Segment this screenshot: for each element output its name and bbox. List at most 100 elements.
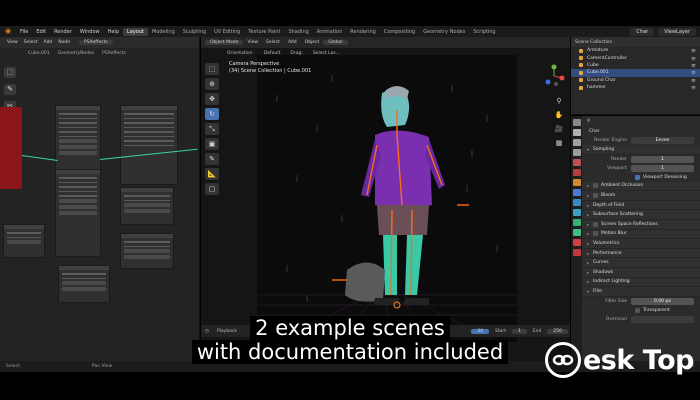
- transparent-checkbox[interactable]: Transparent: [583, 306, 700, 315]
- visibility-eye-icon[interactable]: 👁: [691, 48, 696, 53]
- documentation-frame-node[interactable]: [55, 169, 101, 257]
- menu-edit[interactable]: Edit: [32, 29, 50, 35]
- breadcrumb-object[interactable]: Cube.001: [28, 51, 50, 56]
- outliner-row[interactable]: Cube 👁: [571, 62, 700, 69]
- visibility-eye-icon[interactable]: 👁: [691, 56, 696, 61]
- viewport-menu-select[interactable]: Select: [262, 40, 284, 45]
- measure-icon[interactable]: 📐: [205, 168, 219, 180]
- physics-tab-icon[interactable]: [572, 209, 581, 216]
- output-tab-icon[interactable]: [572, 139, 581, 146]
- render-engine-dropdown[interactable]: Eevee: [631, 137, 694, 144]
- outliner-row[interactable]: Cube.001 👁: [571, 69, 700, 77]
- blender-logo-icon[interactable]: ◉: [3, 27, 13, 36]
- node-menu-view[interactable]: View: [4, 40, 21, 45]
- transform-icon[interactable]: ▣: [205, 138, 219, 150]
- documentation-frame-node[interactable]: [120, 105, 178, 185]
- grid-view-icon[interactable]: ▦: [553, 139, 565, 151]
- node-group-field[interactable]: PSXeffects: [79, 40, 113, 45]
- checkbox-icon[interactable]: [635, 307, 640, 313]
- visibility-eye-icon[interactable]: 👁: [691, 78, 696, 83]
- menu-window[interactable]: Window: [76, 29, 104, 35]
- tab-compositing[interactable]: Compositing: [380, 28, 419, 36]
- red-frame-node[interactable]: [0, 107, 22, 189]
- breadcrumb-group[interactable]: PSXeffects: [102, 51, 126, 56]
- move-icon[interactable]: ✥: [205, 93, 219, 105]
- panel-screen-space-reflections[interactable]: ▸ Screen Space Reflections: [583, 219, 700, 230]
- tab-texture-paint[interactable]: Texture Paint: [244, 28, 284, 36]
- filter-size-field[interactable]: 0.00 px: [631, 297, 694, 305]
- viewport-denoising-checkbox[interactable]: Viewport Denoising: [583, 173, 700, 182]
- data-tab-icon[interactable]: [572, 229, 581, 236]
- render-tab-icon[interactable]: [572, 129, 581, 136]
- documentation-frame-node[interactable]: [120, 233, 174, 269]
- texture-tab-icon[interactable]: [572, 249, 581, 256]
- panel-performance[interactable]: ▸ Performance: [583, 248, 700, 259]
- tab-rendering[interactable]: Rendering: [346, 28, 380, 36]
- pan-hand-icon[interactable]: ✋: [553, 111, 565, 123]
- tool-tab-icon[interactable]: [572, 119, 581, 126]
- modifier-tab-icon[interactable]: [572, 189, 581, 196]
- viewport-menu-view[interactable]: View: [243, 40, 262, 45]
- select-tool-icon[interactable]: ⬚: [4, 67, 16, 78]
- panel-sampling[interactable]: ▾ Sampling: [583, 145, 700, 155]
- transform-orientation-dropdown[interactable]: Global: [323, 40, 348, 45]
- view-layer-selector[interactable]: ViewLayer: [658, 27, 696, 36]
- scale-icon[interactable]: ⤡: [205, 123, 219, 135]
- navigation-gizmo-icon[interactable]: [542, 64, 566, 88]
- annotate-tool-icon[interactable]: ✎: [4, 84, 16, 95]
- menu-help[interactable]: Help: [104, 29, 123, 35]
- panel-volumetrics[interactable]: ▸ Volumetrics: [583, 239, 700, 249]
- checkbox-icon[interactable]: [635, 174, 640, 180]
- panel-motion-blur[interactable]: ▸ Motion Blur: [583, 229, 700, 240]
- object-tab-icon[interactable]: [572, 179, 581, 186]
- tab-layout[interactable]: Layout: [123, 27, 148, 36]
- outliner-row[interactable]: Armature 👁: [571, 47, 700, 54]
- node-editor[interactable]: View Select Add Node PSXeffects Cube.001…: [0, 37, 200, 372]
- viewport-menu-object[interactable]: Object: [301, 40, 324, 45]
- breadcrumb-modifier[interactable]: GeometryNodes: [58, 51, 95, 56]
- add-cube-icon[interactable]: ▢: [205, 183, 219, 195]
- tab-scripting[interactable]: Scripting: [469, 28, 499, 36]
- world-tab-icon[interactable]: [572, 169, 581, 176]
- documentation-frame-node[interactable]: [58, 265, 110, 303]
- panel-subsurface-scattering[interactable]: ▸ Subsurface Scattering: [583, 210, 700, 220]
- tab-geometry-nodes[interactable]: Geometry Nodes: [419, 28, 469, 36]
- panel-curves[interactable]: ▸ Curves: [583, 258, 700, 268]
- documentation-frame-node[interactable]: [120, 187, 174, 225]
- overscan-field[interactable]: [631, 315, 694, 323]
- scene-collection-label[interactable]: Scene Collection: [575, 40, 612, 45]
- select-box-icon[interactable]: ⬚: [205, 63, 219, 75]
- outliner-row[interactable]: CameraController 👁: [571, 54, 700, 61]
- tab-uv-editing[interactable]: UV Editing: [210, 28, 244, 36]
- visibility-eye-icon[interactable]: 👁: [691, 63, 696, 68]
- search-icon[interactable]: ⚲: [587, 119, 590, 124]
- properties-search[interactable]: ⚲: [583, 116, 700, 126]
- annotate-icon[interactable]: ✎: [205, 153, 219, 165]
- menu-render[interactable]: Render: [50, 29, 76, 35]
- panel-film[interactable]: ▾ Film: [583, 287, 700, 297]
- panel-depth-of-field[interactable]: ▸ Depth of Field: [583, 200, 700, 211]
- outliner-row[interactable]: hammer 👁: [571, 84, 700, 91]
- tab-sculpting[interactable]: Sculpting: [179, 28, 210, 36]
- material-tab-icon[interactable]: [572, 239, 581, 246]
- scene-selector[interactable]: Char: [630, 27, 655, 36]
- tab-shading[interactable]: Shading: [284, 28, 312, 36]
- node-menu-add[interactable]: Add: [41, 40, 56, 45]
- panel-bloom[interactable]: ▸ Bloom: [583, 191, 700, 201]
- panel-shadows[interactable]: ▸ Shadows: [583, 267, 700, 278]
- scene-tab-icon[interactable]: [572, 159, 581, 166]
- documentation-frame-node[interactable]: [3, 224, 45, 258]
- end-frame-field[interactable]: 250: [547, 328, 568, 334]
- viewport-menu-add[interactable]: Add: [284, 40, 301, 45]
- tab-modeling[interactable]: Modeling: [148, 28, 179, 36]
- tab-animation[interactable]: Animation: [313, 28, 347, 36]
- mode-dropdown[interactable]: Object Mode: [205, 40, 244, 45]
- properties-editor[interactable]: ⚲ Char Render Engine Eevee ▾ Sampling Ren…: [571, 116, 700, 372]
- constraints-tab-icon[interactable]: [572, 219, 581, 226]
- visibility-eye-icon[interactable]: 👁: [691, 85, 696, 90]
- outliner-row[interactable]: Ground Char 👁: [571, 77, 700, 84]
- cursor-icon[interactable]: ⊕: [205, 78, 219, 90]
- zoom-icon[interactable]: ⚲: [553, 97, 565, 109]
- panel-ambient-occlusion[interactable]: ▸ Ambient Occlusion: [583, 181, 700, 192]
- node-menu-node[interactable]: Node: [55, 40, 73, 45]
